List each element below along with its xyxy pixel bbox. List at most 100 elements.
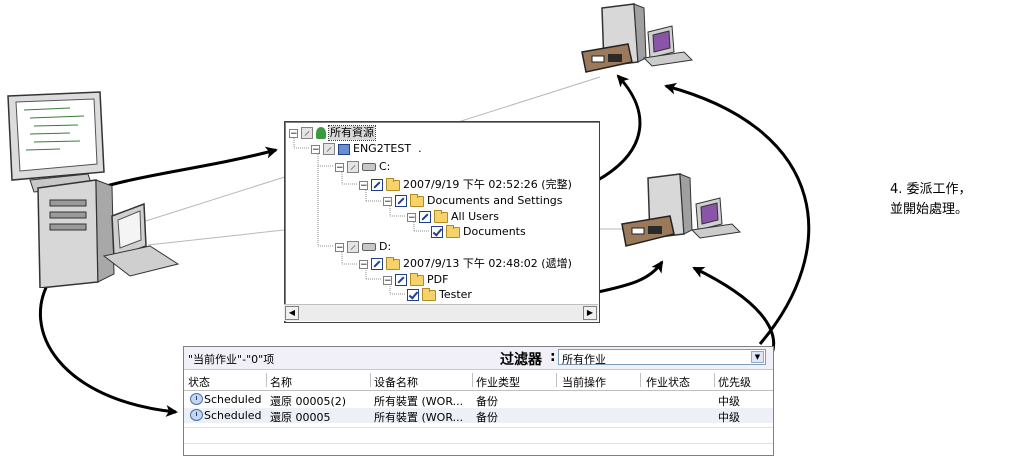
cell-status: Scheduled: [204, 393, 262, 406]
tree-node-pdf[interactable]: − PDF: [383, 272, 448, 287]
folder-icon: [410, 193, 424, 207]
cell-name: 還原 00005(2): [270, 395, 347, 408]
column-header-current-op[interactable]: 当前操作: [562, 374, 606, 390]
tree-node-backup-session-d[interactable]: − 2007/9/13 下午 02:48:02 (遞增): [359, 256, 572, 271]
tree-node-all-users[interactable]: − All Users: [407, 209, 499, 224]
tree-node-label: All Users: [451, 210, 499, 223]
resource-tree-panel[interactable]: − 所有資源 − ENG2TEST . − C: − 2007/9/19 下午 …: [284, 121, 600, 323]
scroll-left-icon[interactable]: ◀: [285, 306, 299, 320]
step-caption: 4. 委派工作， 並開始處理。: [890, 180, 972, 220]
diagram-stage: − 所有資源 − ENG2TEST . − C: − 2007/9/19 下午 …: [0, 0, 1016, 456]
filter-dropdown-value: 所有作业: [562, 353, 606, 366]
tree-node-dot: .: [418, 142, 422, 155]
tree-node-drive-c[interactable]: − C:: [335, 160, 390, 174]
cell-status: Scheduled: [204, 409, 262, 422]
cell-priority: 中级: [718, 395, 740, 408]
column-header-job-type[interactable]: 作业类型: [476, 374, 520, 390]
row-divider: [184, 443, 773, 444]
filter-dropdown[interactable]: 所有作业 ▼: [558, 349, 766, 366]
header-divider: [184, 390, 773, 391]
column-divider: [640, 373, 641, 387]
cell-priority: 中级: [718, 411, 740, 424]
tree-node-backup-session-c[interactable]: − 2007/9/19 下午 02:52:26 (完整): [359, 177, 572, 192]
collapse-icon[interactable]: −: [289, 128, 298, 138]
checkbox-icon[interactable]: [323, 143, 335, 155]
filter-colon: :: [550, 349, 556, 365]
column-header-name[interactable]: 名称: [270, 374, 292, 390]
cell-job-type: 备份: [476, 395, 498, 408]
collapse-icon[interactable]: −: [407, 212, 416, 222]
checkbox-icon[interactable]: [407, 289, 419, 301]
column-header-status[interactable]: 状态: [188, 374, 210, 390]
folder-icon: [422, 287, 436, 301]
computer-icon: [338, 143, 350, 155]
tree-node-computer[interactable]: − ENG2TEST .: [311, 142, 422, 156]
cell-device: 所有裝置 (WOR...: [374, 395, 464, 408]
scheduled-icon: [190, 409, 203, 421]
cell-device: 所有裝置 (WOR...: [374, 411, 464, 424]
cell-job-type: 备份: [476, 411, 498, 424]
top-storage-device-illustration: [581, 3, 694, 73]
column-divider: [370, 373, 371, 387]
caption-line-1: 4. 委派工作，: [890, 182, 972, 197]
column-header-priority[interactable]: 优先级: [718, 374, 751, 390]
checkbox-icon[interactable]: [395, 274, 407, 286]
tree-node-all-resources[interactable]: − 所有資源: [289, 125, 376, 141]
checkbox-icon[interactable]: [431, 226, 443, 238]
tree-node-tester[interactable]: Tester: [407, 287, 472, 302]
tree-node-label: 2007/9/19 下午 02:52:26 (完整): [403, 178, 572, 191]
drive-icon: [362, 163, 376, 171]
collapse-icon[interactable]: −: [311, 144, 320, 154]
table-row[interactable]: Scheduled 還原 00005(2) 所有裝置 (WOR... 备份 中级: [184, 392, 773, 408]
checkbox-icon[interactable]: [371, 258, 383, 270]
chevron-down-icon[interactable]: ▼: [751, 351, 764, 363]
arrow-server-to-joblist: [39, 279, 178, 417]
scheduled-icon: [190, 393, 203, 405]
checkbox-icon[interactable]: [395, 195, 407, 207]
collapse-icon[interactable]: −: [359, 259, 368, 269]
column-header-job-status[interactable]: 作业状态: [646, 374, 690, 390]
collapse-icon[interactable]: −: [335, 162, 344, 172]
right-storage-device-illustration: [621, 173, 742, 247]
folder-icon: [410, 272, 424, 286]
backup-server-illustration: [7, 91, 180, 288]
column-header-device[interactable]: 设备名称: [374, 374, 418, 390]
collapse-icon[interactable]: −: [383, 196, 392, 206]
column-divider: [556, 373, 557, 387]
checkbox-icon[interactable]: [347, 241, 359, 253]
tree-horizontal-scrollbar[interactable]: ◀ ▶: [284, 304, 598, 321]
job-queue-title: "当前作业"-"0"项: [188, 353, 275, 366]
column-divider: [714, 373, 715, 387]
checkbox-icon[interactable]: [301, 127, 313, 139]
backup-session-icon: [386, 177, 400, 191]
drive-icon: [362, 243, 376, 251]
tree-node-label: Documents and Settings: [427, 194, 563, 207]
tree-node-documents-and-settings[interactable]: − Documents and Settings: [383, 193, 563, 208]
tree-node-label: C:: [379, 160, 391, 173]
column-divider: [266, 373, 267, 387]
tree-node-documents[interactable]: Documents: [431, 224, 526, 239]
tree-node-label: D:: [379, 240, 392, 253]
backup-session-icon: [386, 256, 400, 270]
arrow-tree-to-top-device: [597, 74, 642, 182]
arrow-tree-to-right-device: [597, 260, 664, 294]
tree-node-label: Documents: [463, 225, 526, 238]
tree-node-label: ENG2TEST: [353, 142, 412, 155]
collapse-icon[interactable]: −: [335, 242, 344, 252]
filter-label: 过滤器: [500, 352, 542, 368]
scroll-right-icon[interactable]: ▶: [583, 306, 597, 320]
table-row[interactable]: Scheduled 還原 00005 所有裝置 (WOR... 备份 中级: [184, 408, 773, 424]
row-divider: [184, 427, 773, 428]
tree-node-label: 2007/9/13 下午 02:48:02 (遞增): [403, 257, 572, 270]
checkbox-icon[interactable]: [371, 179, 383, 191]
cell-name: 還原 00005: [270, 411, 331, 424]
job-queue-panel: "当前作业"-"0"项 过滤器 : 所有作业 ▼ 状态 名称 设备名称 作业类型…: [183, 346, 774, 456]
collapse-icon[interactable]: −: [359, 180, 368, 190]
checkbox-icon[interactable]: [347, 161, 359, 173]
tree-node-label: 所有資源: [328, 125, 376, 141]
tree-node-drive-d[interactable]: − D:: [335, 240, 391, 254]
checkbox-icon[interactable]: [419, 211, 431, 223]
column-divider: [472, 373, 473, 387]
collapse-icon[interactable]: −: [383, 275, 392, 285]
caption-line-2: 並開始處理。: [890, 202, 969, 217]
